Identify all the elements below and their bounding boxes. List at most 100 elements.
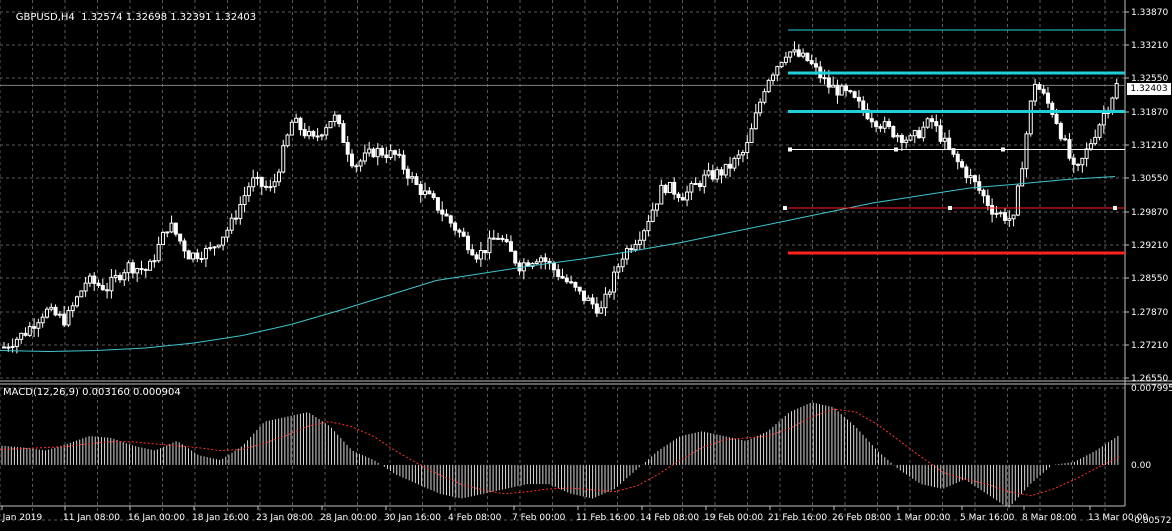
- candle-body: [14, 338, 19, 347]
- candle-body: [311, 130, 316, 137]
- candle-body: [117, 274, 122, 281]
- chart-terminal[interactable]: 1.33870 1.33210 1.32550 1.31870 1.31210 1.305…: [0, 0, 1172, 527]
- candle-body: [504, 238, 509, 243]
- candle-body: [925, 118, 930, 128]
- candle-body: [594, 303, 599, 314]
- candle-body: [36, 322, 41, 329]
- candle-body: [182, 240, 187, 252]
- candle-body: [109, 276, 114, 292]
- candle-body: [887, 121, 892, 127]
- candle-body: [564, 277, 569, 283]
- candle-body: [869, 118, 874, 123]
- time-axis-label: 23 Jan 08:00: [256, 513, 313, 523]
- candle-body: [672, 181, 677, 195]
- candle-body: [337, 114, 342, 125]
- price-axis-label: 1.31210: [1131, 141, 1168, 151]
- candle-body: [225, 229, 230, 238]
- candle-body: [994, 212, 999, 215]
- candle-body: [40, 316, 45, 324]
- candle-body: [83, 282, 88, 292]
- candle-body: [414, 176, 419, 185]
- candle-body: [646, 220, 651, 232]
- candle-body: [453, 222, 458, 231]
- candle-body: [1058, 122, 1063, 140]
- low-value: 1.32391: [170, 12, 212, 23]
- price-axis-label: 1.30550: [1131, 174, 1168, 184]
- candle-body: [723, 163, 728, 176]
- close-value: 1.32403: [214, 12, 257, 23]
- candle-body: [633, 243, 638, 251]
- horizontal-levels[interactable]: [783, 29, 1125, 255]
- candle-body: [620, 258, 625, 268]
- chart-canvas[interactable]: 1.338701.332101.325501.318701.312101.305…: [0, 0, 1172, 527]
- candle-body: [882, 121, 887, 129]
- candle-body: [581, 290, 586, 301]
- candle-body: [79, 290, 84, 298]
- candle-body: [831, 84, 836, 88]
- candle-body: [1093, 136, 1098, 145]
- candle-body: [904, 139, 909, 143]
- time-axis-label: 18 Jan 16:00: [192, 513, 249, 523]
- candle-body: [826, 77, 831, 88]
- candle-body: [947, 137, 952, 150]
- candle-body: [513, 250, 518, 264]
- candle-body: [985, 195, 990, 206]
- time-axis-label: 8 Mar 08:00: [1022, 513, 1077, 523]
- candle-body: [942, 137, 947, 142]
- candlestick-series: [2, 41, 1119, 354]
- candle-body: [560, 275, 565, 279]
- time-axis-label: 13 Mar 00:00: [1088, 513, 1148, 523]
- candle-body: [371, 148, 376, 158]
- candle-body: [977, 181, 982, 191]
- candle-body: [431, 193, 436, 199]
- candle-body: [113, 274, 118, 278]
- candle-body: [1054, 113, 1059, 124]
- candle-body: [650, 209, 655, 222]
- candle-body: [298, 117, 303, 131]
- moving-average-line: [0, 176, 1116, 353]
- candle-body: [169, 222, 174, 233]
- candle-body: [457, 229, 462, 233]
- candle-body: [758, 101, 763, 114]
- candle-body: [105, 289, 110, 292]
- candle-body: [659, 184, 664, 205]
- candle-body: [62, 313, 67, 326]
- candle-body: [384, 154, 389, 159]
- candle-body: [938, 125, 943, 142]
- level-anchor-point: [783, 206, 787, 210]
- macd-signal-line: [0, 408, 1120, 497]
- price-axis-label: 1.33870: [1131, 8, 1168, 18]
- candle-body: [345, 142, 350, 155]
- candle-body: [1080, 157, 1085, 166]
- candle-body: [264, 185, 269, 188]
- candle-body: [766, 79, 771, 93]
- price-axis-label: 1.31870: [1131, 108, 1168, 118]
- candle-body: [281, 145, 286, 173]
- candle-body: [195, 252, 200, 259]
- candle-body: [319, 134, 324, 137]
- candle-body: [629, 248, 634, 251]
- candle-body: [410, 176, 415, 179]
- candle-body: [745, 142, 750, 154]
- time-axis-label: 1 Mar 00:00: [896, 513, 951, 523]
- candle-body: [148, 260, 153, 271]
- candle-body: [612, 271, 617, 293]
- price-axis-label: 1.33210: [1131, 41, 1168, 51]
- macd-axis-label: 0.007995: [1131, 384, 1172, 394]
- candle-body: [276, 171, 281, 183]
- candle-body: [440, 209, 445, 215]
- candle-body: [934, 121, 939, 127]
- candle-body: [607, 291, 612, 295]
- candle-body: [199, 257, 204, 260]
- candle-body: [461, 231, 466, 237]
- price-axis-label: 1.28550: [1131, 274, 1168, 284]
- time-axis-label: 14 Feb 08:00: [640, 513, 699, 523]
- candle-body: [255, 176, 260, 179]
- candle-body: [728, 163, 733, 169]
- candle-body: [556, 269, 561, 277]
- candle-body: [577, 286, 582, 292]
- candle-body: [324, 127, 329, 136]
- open-value: 1.32574: [81, 12, 123, 23]
- candle-body: [208, 247, 213, 250]
- candle-body: [233, 217, 238, 220]
